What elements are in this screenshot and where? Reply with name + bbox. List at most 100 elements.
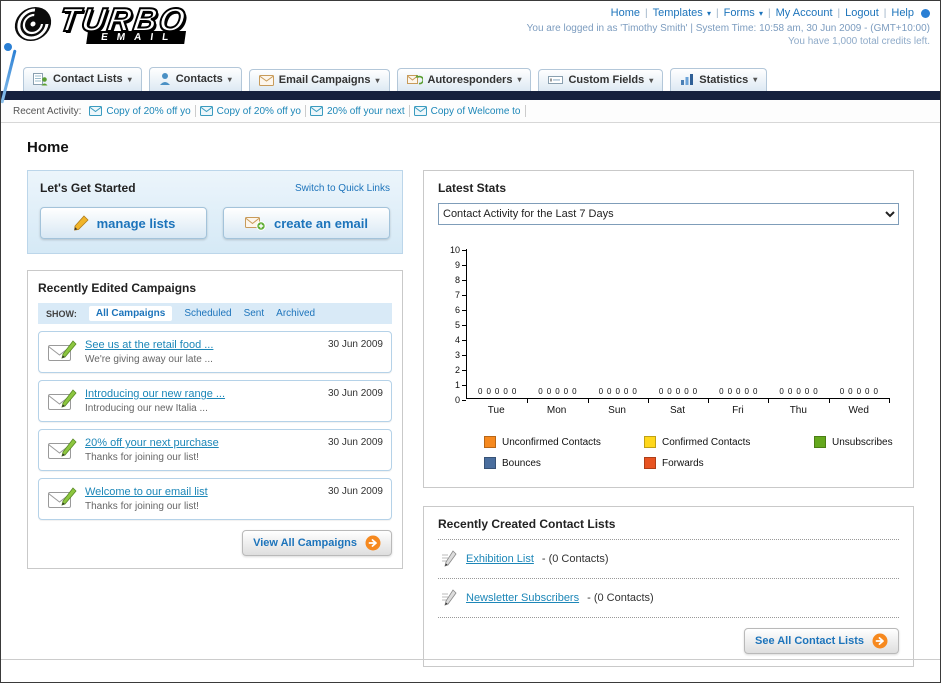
campaign-title-link[interactable]: See us at the retail food ...: [85, 339, 320, 351]
main-nav-tabs: Contact Lists ▾ Contacts ▾ Email Campaigns ▾ A…: [1, 63, 940, 91]
campaign-envelope-pencil-icon: [47, 388, 77, 412]
value-label: 0: [684, 387, 689, 396]
x-tick-mark: [828, 398, 830, 403]
campaign-item[interactable]: See us at the retail food ... We're givin…: [38, 331, 392, 373]
value-label: 0: [615, 387, 620, 396]
login-info: You are logged in as 'Timothy Smith' | S…: [526, 23, 930, 34]
activity-divider: [194, 105, 196, 117]
chart-y-axis: 10 9 8 7 6 5 4 3 2 1 0: [440, 245, 466, 405]
value-label: 0: [572, 387, 577, 396]
value-label: 0: [839, 387, 845, 396]
filter-scheduled[interactable]: Scheduled: [184, 308, 231, 319]
value-label: 0: [804, 387, 810, 396]
recent-activity-link[interactable]: 20% off your next: [327, 106, 405, 117]
contact-list-name-link[interactable]: Newsletter Subscribers: [466, 592, 579, 604]
app-logo[interactable]: TURBO EMAIL: [10, 1, 266, 44]
switch-to-quick-links-link[interactable]: Switch to Quick Links: [295, 183, 390, 194]
logo-words: TURBO EMAIL: [56, 1, 191, 44]
nav-link-templates[interactable]: Templates ▾: [653, 7, 711, 19]
contact-list-item[interactable]: Newsletter Subscribers - (0 Contacts): [438, 579, 899, 618]
campaign-text: Welcome to our email list Thanks for join…: [85, 486, 320, 512]
recent-activity-link[interactable]: Copy of 20% off yo: [217, 106, 301, 117]
value-label: 0: [813, 387, 818, 396]
campaign-item[interactable]: Introducing our new range ... Introducing…: [38, 380, 392, 422]
create-email-button[interactable]: create an email: [223, 207, 390, 239]
value-label: 0: [865, 387, 870, 396]
recent-activity-link[interactable]: Copy of 20% off yo: [106, 106, 190, 117]
get-started-header: Let's Get Started Switch to Quick Links: [40, 181, 390, 195]
campaigns-button-row: View All Campaigns: [38, 530, 392, 556]
value-label: 0: [787, 387, 793, 396]
y-tick-label: 2: [455, 365, 466, 375]
y-tick-value: 5: [454, 320, 460, 330]
recent-activity-item: Copy of Welcome to: [413, 106, 521, 117]
create-email-label: create an email: [274, 215, 368, 231]
campaign-text: Introducing our new range ... Introducing…: [85, 388, 320, 414]
contact-list-item[interactable]: Exhibition List - (0 Contacts): [438, 540, 899, 579]
y-tick-label: 10: [450, 245, 466, 255]
legend-item: Unsubscribes: [814, 436, 899, 448]
contact-list-name-link[interactable]: Exhibition List: [466, 553, 534, 565]
campaign-date: 30 Jun 2009: [327, 339, 383, 350]
campaign-envelope-pencil-icon: [47, 437, 77, 461]
logo-swirl-icon: [10, 4, 60, 44]
legend-label: Forwards: [662, 457, 704, 469]
campaign-date: 30 Jun 2009: [327, 388, 383, 399]
nav-link-forms[interactable]: Forms ▾: [724, 7, 763, 19]
campaign-title-link[interactable]: Welcome to our email list: [85, 486, 320, 498]
nav-link-help[interactable]: Help: [891, 7, 914, 19]
see-all-contact-lists-button[interactable]: See All Contact Lists: [743, 628, 899, 654]
columns: Let's Get Started Switch to Quick Links …: [27, 170, 914, 667]
nav-divider-bar: [1, 91, 940, 100]
y-tick-label: 7: [455, 290, 466, 300]
manage-lists-button[interactable]: manage lists: [40, 207, 207, 239]
stats-range-select[interactable]: Contact Activity for the Last 7 Days: [438, 203, 899, 225]
filter-sent[interactable]: Sent: [244, 308, 265, 319]
envelope-icon: [413, 106, 427, 116]
legend-item: Forwards: [644, 457, 814, 469]
page-title: Home: [27, 139, 69, 156]
tab-label: Autoresponders: [427, 73, 513, 86]
view-all-campaigns-button[interactable]: View All Campaigns: [242, 530, 392, 556]
tab-autoresponders[interactable]: Autoresponders ▾: [396, 68, 532, 91]
campaign-item[interactable]: Welcome to our email list Thanks for join…: [38, 478, 392, 520]
nav-link-home[interactable]: Home: [611, 7, 640, 19]
contact-activity-chart: 10 9 8 7 6 5 4 3 2 1 0 000000000000000000000000000…: [438, 245, 899, 405]
tab-statistics[interactable]: Statistics ▾: [670, 68, 768, 91]
recent-activity-link[interactable]: Copy of Welcome to: [431, 106, 521, 117]
y-tick-mark: [462, 399, 466, 401]
chevron-down-icon: ▾: [756, 9, 764, 18]
email-campaigns-icon: [258, 74, 274, 86]
tab-contact-lists[interactable]: Contact Lists ▾: [23, 67, 142, 91]
y-tick-value: 1: [454, 380, 460, 390]
contacts-icon: [159, 72, 171, 86]
filter-archived[interactable]: Archived: [276, 308, 315, 319]
chart-x-axis: Tue Mon Sun Sat Fri Thu Wed: [438, 405, 899, 416]
nav-link-my-account[interactable]: My Account: [776, 7, 833, 19]
value-label: 0: [856, 387, 862, 396]
value-label-group: 00000: [829, 387, 889, 396]
x-tick-mark: [708, 398, 710, 403]
contact-lists-title: Recently Created Contact Lists: [438, 517, 899, 540]
tab-contacts[interactable]: Contacts ▾: [148, 67, 242, 91]
campaign-date: 30 Jun 2009: [327, 437, 383, 448]
tab-email-campaigns[interactable]: Email Campaigns ▾: [248, 69, 390, 91]
nav-link-logout[interactable]: Logout: [845, 7, 879, 19]
value-label-group: 00000: [527, 387, 587, 396]
legend-swatch: [484, 457, 496, 469]
nav-separator: |: [645, 8, 648, 19]
contact-list-items: Exhibition List - (0 Contacts) Newsletter …: [438, 540, 899, 618]
x-tick-label: Tue: [487, 405, 505, 416]
chevron-down-icon: ▾: [127, 74, 132, 84]
autoresponders-icon: [406, 73, 423, 86]
filter-all-campaigns[interactable]: All Campaigns: [88, 306, 173, 321]
campaign-title-link[interactable]: 20% off your next purchase: [85, 437, 320, 449]
campaign-item[interactable]: 20% off your next purchase Thanks for joi…: [38, 429, 392, 471]
envelope-icon: [89, 106, 103, 116]
campaign-title-link[interactable]: Introducing our new range ...: [85, 388, 320, 400]
tab-custom-fields[interactable]: Custom Fields ▾: [538, 69, 664, 91]
campaign-filter-bar: SHOW: All Campaigns Scheduled Sent Archived: [38, 303, 392, 324]
value-label: 0: [494, 387, 500, 396]
y-tick-label: 1: [455, 380, 466, 390]
page: TURBO EMAIL Home | Templates ▾ | Forms ▾ | My …: [0, 0, 941, 683]
